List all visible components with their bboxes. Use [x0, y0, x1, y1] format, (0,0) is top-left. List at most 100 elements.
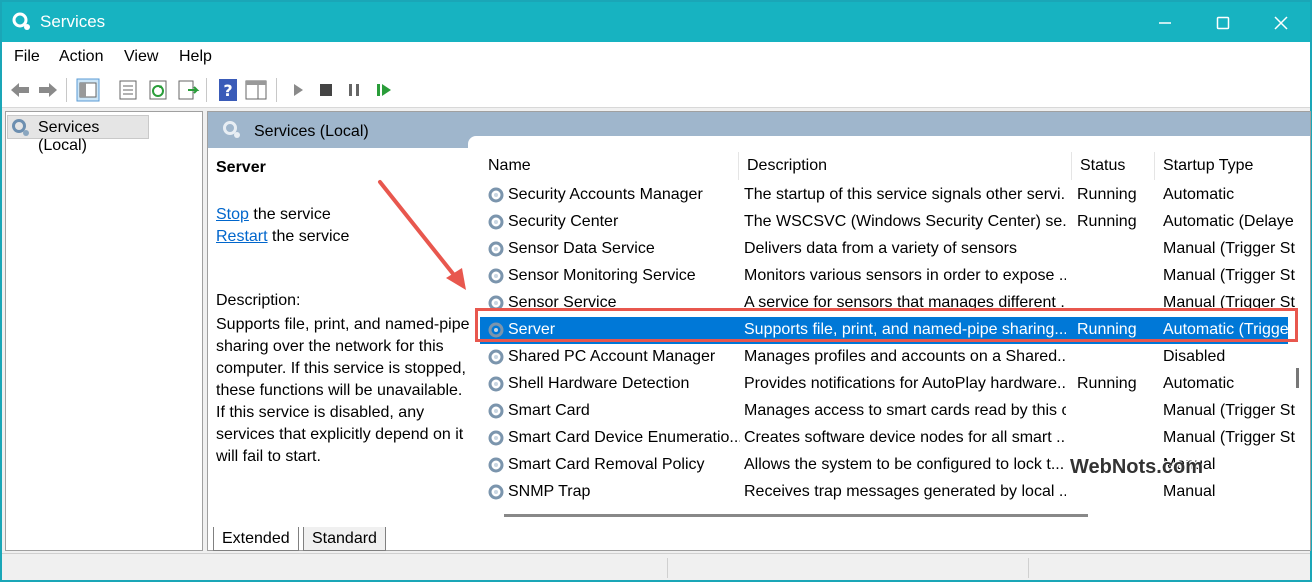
- service-gear-icon: [488, 214, 504, 230]
- column-header-label: Name: [488, 157, 531, 174]
- column-header-status[interactable]: Status: [1072, 152, 1155, 180]
- pane-title: Services (Local): [254, 123, 369, 140]
- table-row[interactable]: Security Center The WSCSVC (Windows Secur…: [480, 209, 1294, 236]
- cell-description: Creates software device nodes for all sm…: [744, 429, 1066, 446]
- cell-startup: Automatic (Delaye: [1163, 213, 1294, 230]
- column-header-name[interactable]: Name ^: [480, 152, 739, 180]
- tab-extended[interactable]: Extended: [213, 527, 299, 551]
- export-list-icon[interactable]: [176, 78, 200, 102]
- cell-description: Manages profiles and accounts on a Share…: [744, 348, 1066, 365]
- service-gear-icon: [488, 403, 504, 419]
- cell-name: SNMP Trap: [508, 483, 591, 500]
- table-row[interactable]: Sensor Monitoring Service Monitors variou…: [480, 263, 1295, 290]
- cell-startup: Manual (Trigger St: [1163, 240, 1295, 257]
- forward-arrow-icon[interactable]: [36, 78, 60, 102]
- cell-description: Allows the system to be configured to lo…: [744, 456, 1065, 473]
- column-header-startup-type[interactable]: Startup Type: [1155, 152, 1300, 180]
- services-gear-icon: [223, 121, 240, 138]
- maximize-button[interactable]: [1194, 2, 1252, 42]
- service-gear-icon: [488, 241, 504, 257]
- view-tabs: Extended Standard: [207, 527, 607, 553]
- menu-view[interactable]: View: [124, 48, 158, 66]
- pane-header: Services (Local): [208, 112, 1310, 148]
- stop-action: Stop the service: [216, 206, 331, 224]
- highlight-box: [475, 308, 1298, 342]
- refresh-icon[interactable]: [146, 78, 170, 102]
- cell-status: Running: [1077, 186, 1137, 203]
- cell-name: Smart Card Device Enumeratio...: [508, 429, 740, 446]
- menu-action[interactable]: Action: [59, 48, 103, 66]
- description-label: Description:: [216, 292, 301, 309]
- watermark: WebNots.com: [1070, 456, 1203, 478]
- cell-startup: Automatic: [1163, 186, 1235, 203]
- selected-service-name: Server: [216, 159, 266, 176]
- close-icon: [1274, 16, 1288, 30]
- stop-link[interactable]: Stop: [216, 206, 249, 223]
- show-action-pane-icon[interactable]: [244, 78, 268, 102]
- service-gear-icon: [488, 430, 504, 446]
- restart-suffix: the service: [267, 228, 350, 245]
- table-row[interactable]: Security Accounts Manager The startup of …: [480, 182, 1288, 209]
- menu-bar: File Action View Help: [2, 42, 1310, 72]
- help-icon[interactable]: ?: [216, 78, 240, 102]
- toolbar: ?: [2, 72, 1310, 108]
- back-arrow-icon[interactable]: [8, 78, 32, 102]
- column-header-description[interactable]: Description: [739, 152, 1072, 180]
- table-row[interactable]: SNMP Trap Receives trap messages generate…: [480, 479, 1288, 506]
- stop-suffix: the service: [248, 206, 331, 223]
- cell-name: Sensor Monitoring Service: [508, 267, 696, 284]
- status-bar: [2, 553, 1310, 580]
- cell-description: The WSCSVC (Windows Security Center) se.…: [744, 213, 1066, 230]
- horizontal-scrollbar[interactable]: [504, 514, 1088, 517]
- service-gear-icon: [488, 268, 504, 284]
- cell-name: Security Center: [508, 213, 619, 230]
- resume-service-icon[interactable]: [372, 78, 396, 102]
- close-button[interactable]: [1252, 2, 1310, 42]
- svg-text:?: ?: [223, 81, 232, 100]
- cell-startup: Automatic: [1163, 375, 1235, 392]
- cell-name: Sensor Data Service: [508, 240, 655, 257]
- table-row[interactable]: Smart Card Manages access to smart cards …: [480, 398, 1295, 425]
- vertical-scrollbar[interactable]: [1296, 368, 1299, 388]
- table-row[interactable]: Smart Card Device Enumeratio... Creates s…: [480, 425, 1295, 452]
- cell-startup: Manual: [1163, 483, 1216, 500]
- cell-description: Provides notifications for AutoPlay hard…: [744, 375, 1066, 392]
- title-bar: Services: [2, 2, 1310, 42]
- cell-name: Smart Card Removal Policy: [508, 456, 705, 473]
- table-row[interactable]: Sensor Data Service Delivers data from a …: [480, 236, 1295, 263]
- service-gear-icon: [488, 484, 504, 500]
- table-row[interactable]: Shell Hardware Detection Provides notific…: [480, 371, 1288, 398]
- cell-startup: Manual (Trigger St: [1163, 267, 1295, 284]
- cell-name: Smart Card: [508, 402, 590, 419]
- tree-item-services-local[interactable]: Services (Local): [7, 115, 149, 154]
- cell-description: Monitors various sensors in order to exp…: [744, 267, 1066, 284]
- annotation-arrow-icon: [378, 180, 466, 290]
- cell-startup: Manual (Trigger St: [1163, 429, 1295, 446]
- service-gear-icon: [488, 376, 504, 392]
- cell-description: Delivers data from a variety of sensors: [744, 240, 1017, 257]
- menu-help[interactable]: Help: [179, 48, 212, 66]
- cell-startup: Disabled: [1163, 348, 1226, 365]
- start-service-icon[interactable]: [286, 78, 310, 102]
- pane-header-tab-shape: [468, 136, 1310, 148]
- pause-service-icon[interactable]: [342, 78, 366, 102]
- window-title: Services: [40, 12, 106, 31]
- restart-action: Restart the service: [216, 228, 349, 246]
- cell-description: Manages access to smart cards read by th…: [744, 402, 1066, 419]
- service-gear-icon: [488, 349, 504, 365]
- restart-link[interactable]: Restart: [216, 228, 268, 245]
- cell-name: Shell Hardware Detection: [508, 375, 690, 392]
- tab-standard[interactable]: Standard: [303, 527, 386, 551]
- table-row[interactable]: Shared PC Account Manager Manages profile…: [480, 344, 1288, 371]
- minimize-button[interactable]: [1136, 2, 1194, 42]
- stop-service-icon[interactable]: [314, 78, 338, 102]
- cell-name: Shared PC Account Manager: [508, 348, 716, 365]
- minimize-icon: [1159, 21, 1171, 24]
- cell-description: Receives trap messages generated by loca…: [744, 483, 1066, 500]
- services-gear-icon: [12, 12, 30, 30]
- show-hide-console-tree-icon[interactable]: [76, 78, 100, 102]
- menu-file[interactable]: File: [14, 48, 40, 66]
- column-header-label: Description: [747, 157, 828, 174]
- sort-ascending-icon: ^: [604, 152, 610, 158]
- properties-icon[interactable]: [116, 78, 140, 102]
